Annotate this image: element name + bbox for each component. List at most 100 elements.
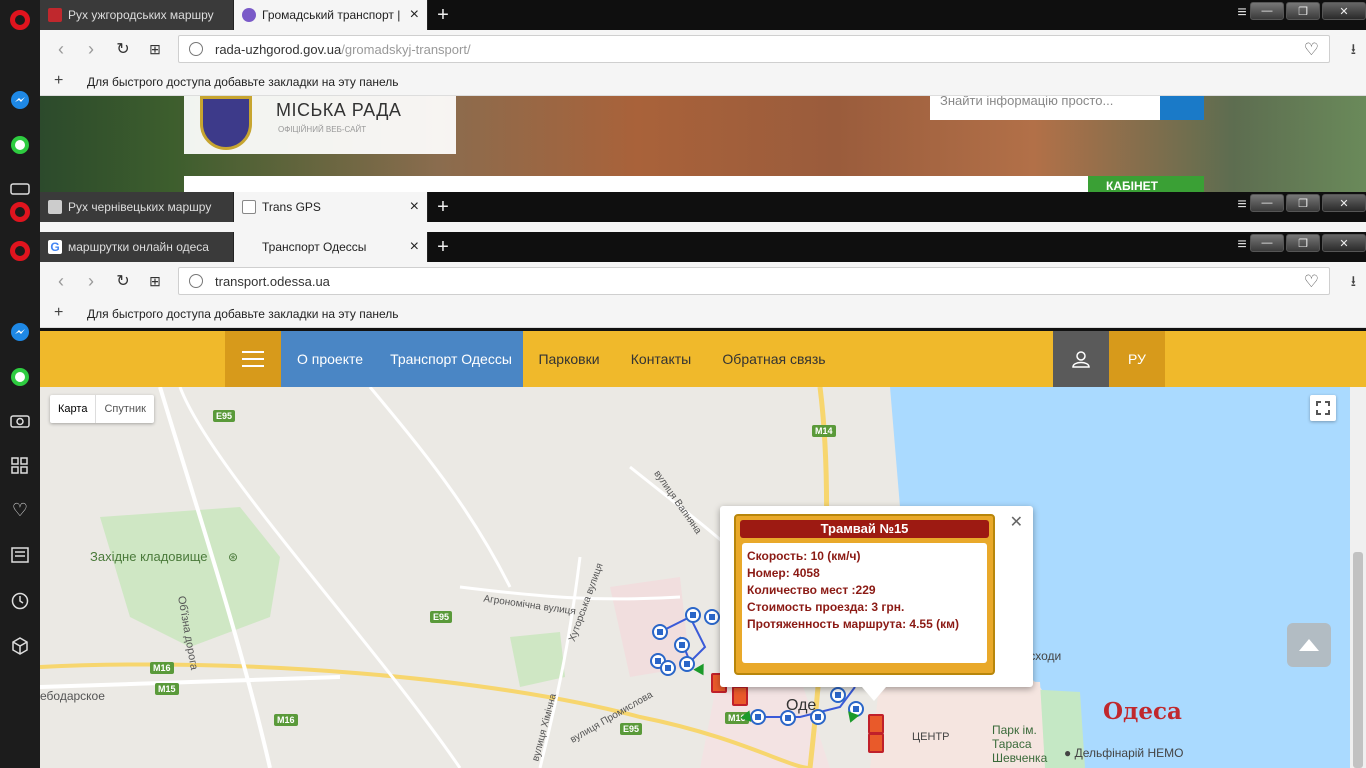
back-icon[interactable]: ‹	[50, 38, 72, 60]
maximize-icon[interactable]: ❐	[1286, 194, 1320, 212]
language-switch[interactable]: РУ	[1109, 331, 1165, 396]
whatsapp-icon[interactable]	[8, 133, 32, 157]
download-icon[interactable]: ⭳	[1351, 39, 1356, 64]
nav-about[interactable]: О проекте	[281, 331, 379, 387]
close-icon[interactable]: ✕	[1322, 234, 1366, 252]
dolphinarium-label: ● Дельфінарій НЕМО	[1064, 746, 1183, 760]
tab-menu-icon[interactable]: ≡	[1232, 194, 1252, 216]
stop-marker-icon[interactable]	[660, 660, 676, 676]
stop-marker-icon[interactable]	[685, 607, 701, 623]
scrollbar-thumb[interactable]	[1353, 552, 1363, 768]
extensions-icon[interactable]	[8, 634, 32, 658]
nav-feedback[interactable]: Обратная связь	[707, 331, 841, 387]
map-type-map[interactable]: Карта	[50, 395, 97, 423]
close-icon[interactable]: ✕	[1322, 2, 1366, 20]
tab-menu-icon[interactable]: ≡	[1232, 234, 1252, 256]
stop-marker-icon[interactable]	[810, 709, 826, 725]
nav-contacts[interactable]: Контакты	[615, 331, 707, 387]
add-bookmark-icon[interactable]: +	[54, 72, 63, 90]
tab-uzhgorod-routes[interactable]: Рух ужгородських маршру	[40, 0, 234, 30]
reload-icon[interactable]: ↻	[112, 38, 134, 60]
opera-icon[interactable]	[8, 200, 32, 224]
map-view[interactable]: Карта Спутник E95 M14 E95 M16 M15 M16 E9…	[40, 387, 1366, 768]
bookmark-heart-icon[interactable]: ♡	[1304, 272, 1319, 292]
hamburger-menu-icon[interactable]	[225, 331, 281, 387]
m16-road	[40, 675, 341, 689]
stop-marker-icon[interactable]	[674, 637, 690, 653]
add-bookmark-icon[interactable]: +	[54, 304, 63, 322]
maximize-icon[interactable]: ❐	[1286, 234, 1320, 252]
camera-icon[interactable]	[8, 409, 32, 433]
forward-icon[interactable]: ›	[80, 38, 102, 60]
download-icon[interactable]: ⭳	[1351, 271, 1356, 296]
road-shield-m16: M16	[150, 662, 174, 674]
tab-chernivtsi-routes[interactable]: Рух чернівецьких маршру	[40, 192, 234, 222]
tram-marker-icon[interactable]	[868, 714, 884, 734]
minimize-icon[interactable]: —	[1250, 194, 1284, 212]
tram-marker-icon[interactable]	[868, 733, 884, 753]
tab-transport-odessa[interactable]: Транспорт Одессы ×	[234, 232, 428, 262]
road-shield-e95: E95	[213, 410, 236, 422]
tab-google-search[interactable]: G маршрутки онлайн одеса	[40, 232, 234, 262]
user-icon[interactable]	[1053, 331, 1109, 387]
window-controls: — ❐ ✕	[1250, 194, 1366, 212]
minimize-icon[interactable]: —	[1250, 234, 1284, 252]
nav-parking[interactable]: Парковки	[523, 331, 615, 387]
camera-icon[interactable]	[8, 176, 32, 200]
map-type-satellite[interactable]: Спутник	[96, 395, 153, 423]
close-icon[interactable]: ✕	[1322, 194, 1366, 212]
bookmark-heart-icon[interactable]: ♡	[1304, 40, 1319, 60]
site-search-button[interactable]	[1160, 96, 1204, 120]
map-type-control: Карта Спутник	[50, 395, 154, 423]
reload-icon[interactable]: ↻	[112, 270, 134, 292]
tab-trans-gps[interactable]: Trans GPS ×	[234, 192, 428, 222]
messenger-icon[interactable]	[8, 88, 32, 112]
minimize-icon[interactable]: —	[1250, 2, 1284, 20]
popup-close-icon[interactable]: ✕	[1010, 512, 1023, 532]
forward-icon[interactable]: ›	[80, 270, 102, 292]
news-icon[interactable]	[8, 543, 32, 567]
page-scrollbar[interactable]	[1350, 387, 1366, 768]
speed-dial-icon[interactable]	[8, 454, 32, 478]
opera-icon[interactable]	[8, 239, 32, 263]
label-centre: ЦЕНТР	[912, 731, 950, 743]
whatsapp-icon[interactable]	[8, 365, 32, 389]
opera-icon[interactable]	[8, 8, 32, 32]
tram-marker-icon[interactable]	[732, 686, 748, 706]
close-tab-icon[interactable]: ×	[410, 7, 419, 23]
new-tab-button[interactable]: +	[430, 192, 456, 222]
opera-sidebar: ♡	[0, 0, 40, 768]
road-shield-m16: M16	[274, 714, 298, 726]
address-bar: ‹ › ↻ ⊞ transport.odessa.ua ♡ ⭳	[40, 262, 1366, 300]
address-bar-partial	[40, 222, 1366, 232]
road-shield-e95: E95	[430, 611, 453, 623]
browser-window-uzhgorod: Рух ужгородських маршру Громадський тран…	[40, 0, 1366, 192]
scroll-top-icon[interactable]	[1287, 623, 1331, 667]
close-tab-icon[interactable]: ×	[410, 199, 419, 215]
tab-menu-icon[interactable]: ≡	[1232, 2, 1252, 24]
fullscreen-icon[interactable]	[1310, 395, 1336, 421]
heart-icon[interactable]: ♡	[8, 498, 32, 522]
tabs-grid-icon[interactable]: ⊞	[144, 270, 166, 292]
stop-marker-icon[interactable]	[652, 624, 668, 640]
road-shield-e95: E95	[620, 723, 643, 735]
stop-marker-icon[interactable]	[704, 609, 720, 625]
maximize-icon[interactable]: ❐	[1286, 2, 1320, 20]
stop-marker-icon[interactable]	[830, 687, 846, 703]
new-tab-button[interactable]: +	[430, 232, 456, 262]
new-tab-button[interactable]: +	[430, 0, 456, 30]
nav-transport-odessa[interactable]: Транспорт Одессы	[379, 331, 523, 387]
url-field[interactable]: transport.odessa.ua ♡	[178, 267, 1330, 295]
close-tab-icon[interactable]: ×	[410, 239, 419, 255]
tab-gromadsky-transport[interactable]: Громадський транспорт | ×	[234, 0, 428, 30]
site-search-input[interactable]: Знайти інформацію просто...	[930, 96, 1162, 120]
back-icon[interactable]: ‹	[50, 270, 72, 292]
history-icon[interactable]	[8, 589, 32, 613]
window-controls: — ❐ ✕	[1250, 234, 1366, 252]
tabs-grid-icon[interactable]: ⊞	[144, 38, 166, 60]
messenger-icon[interactable]	[8, 320, 32, 344]
stop-marker-icon[interactable]	[780, 710, 796, 726]
site-title: МІСЬКА РАДА	[276, 100, 402, 120]
cabinet-button[interactable]: КАБІНЕТ	[1088, 176, 1204, 192]
url-field[interactable]: rada-uzhgorod.gov.ua/gromadskyj-transpor…	[178, 35, 1330, 63]
